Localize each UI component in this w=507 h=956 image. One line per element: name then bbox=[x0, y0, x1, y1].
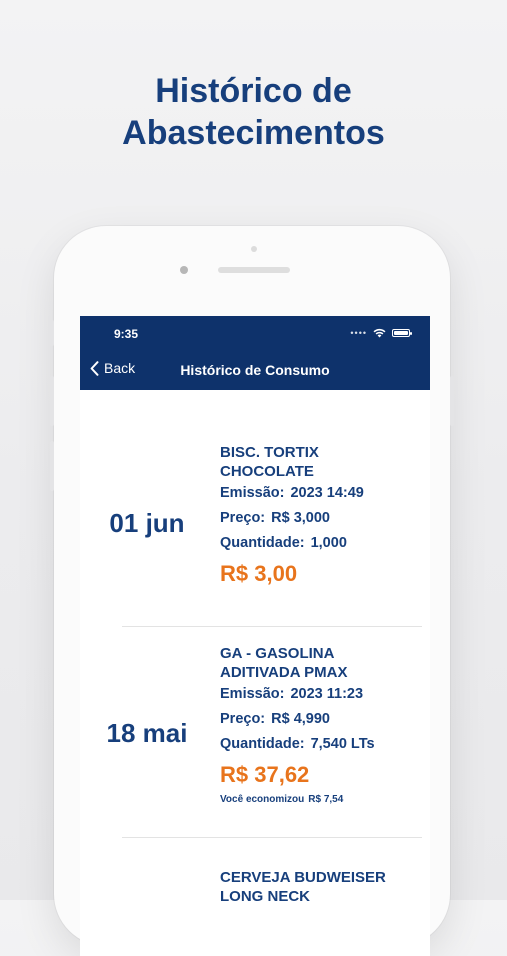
phone-side-button bbox=[50, 320, 54, 346]
price-value: R$ 3,000 bbox=[271, 510, 330, 526]
phone-speaker bbox=[218, 267, 290, 273]
product-name-line: BISC. TORTIX bbox=[220, 444, 319, 461]
product-name: GA - GASOLINA ADITIVADA PMAX bbox=[220, 644, 420, 682]
record-date: 01 jun bbox=[109, 508, 185, 538]
quantity-label: Quantidade: bbox=[220, 736, 305, 752]
product-name: BISC. TORTIX CHOCOLATE bbox=[220, 443, 420, 481]
phone-side-button bbox=[50, 441, 54, 491]
promo-title-line1: Histórico de bbox=[155, 72, 352, 110]
quantity-line: Quantidade: 7,540 LTs bbox=[220, 732, 420, 757]
phone-side-button bbox=[50, 376, 54, 426]
battery-icon bbox=[392, 329, 412, 337]
product-name: CERVEJA BUDWEISER LONG NECK bbox=[220, 868, 420, 906]
promo-title-line2: Abastecimentos bbox=[122, 114, 385, 152]
quantity-value: 7,540 LTs bbox=[310, 736, 375, 752]
total-price: R$ 3,00 bbox=[220, 561, 298, 586]
phone-frame: 9:35 •••• Back Histórico de Consumo 01 j… bbox=[50, 226, 454, 956]
savings-value: R$ 7,54 bbox=[308, 794, 344, 805]
status-icons: •••• bbox=[350, 327, 412, 339]
records-list: 01 jun BISC. TORTIX CHOCOLATE Emissão: 20… bbox=[80, 390, 430, 956]
product-name-line: LONG NECK bbox=[220, 888, 310, 905]
emission-line: Emissão: 2023 14:49 bbox=[220, 481, 420, 506]
product-name-line: GA - GASOLINA bbox=[220, 645, 335, 662]
signal-icon: •••• bbox=[350, 328, 367, 338]
quantity-value: 1,000 bbox=[310, 535, 347, 551]
quantity-label: Quantidade: bbox=[220, 535, 305, 551]
emission-value: 2023 11:23 bbox=[290, 686, 364, 702]
product-name-line: CHOCOLATE bbox=[220, 463, 314, 480]
record-info: CERVEJA BUDWEISER LONG NECK bbox=[220, 868, 420, 906]
savings-line: Você economizou R$ 7,54 bbox=[220, 791, 420, 809]
phone-screen: 9:35 •••• Back Histórico de Consumo 01 j… bbox=[80, 316, 430, 956]
list-item[interactable]: 18 mai GA - GASOLINA ADITIVADA PMAX Emis… bbox=[80, 626, 430, 838]
total-price: R$ 37,62 bbox=[220, 762, 310, 787]
phone-side-button bbox=[450, 376, 454, 426]
price-value: R$ 4,990 bbox=[271, 711, 330, 727]
page-title: Histórico de Consumo bbox=[180, 362, 330, 378]
phone-sensor bbox=[251, 246, 257, 252]
emission-label: Emissão: bbox=[220, 686, 285, 702]
emission-label: Emissão: bbox=[220, 485, 285, 501]
status-time: 9:35 bbox=[114, 327, 139, 341]
price-label: Preço: bbox=[220, 711, 266, 727]
savings-label: Você economizou bbox=[220, 794, 305, 805]
price-line: Preço: R$ 4,990 bbox=[220, 707, 420, 732]
record-date: 18 mai bbox=[106, 718, 188, 748]
quantity-line: Quantidade: 1,000 bbox=[220, 531, 420, 556]
price-label: Preço: bbox=[220, 510, 266, 526]
record-info: BISC. TORTIX CHOCOLATE Emissão: 2023 14:4… bbox=[220, 443, 420, 590]
wifi-icon bbox=[373, 328, 386, 338]
product-name-line: CERVEJA BUDWEISER bbox=[220, 869, 386, 886]
promo-title: Histórico de Abastecimentos bbox=[0, 70, 507, 154]
list-item[interactable]: 01 jun BISC. TORTIX CHOCOLATE Emissão: 20… bbox=[80, 390, 430, 627]
phone-camera bbox=[180, 266, 188, 274]
app-header: 9:35 •••• Back Histórico de Consumo bbox=[80, 316, 430, 390]
emission-value: 2023 14:49 bbox=[290, 485, 364, 501]
emission-line: Emissão: 2023 11:23 bbox=[220, 682, 420, 707]
list-item[interactable]: CERVEJA BUDWEISER LONG NECK bbox=[80, 838, 430, 956]
price-line: Preço: R$ 3,000 bbox=[220, 506, 420, 531]
product-name-line: ADITIVADA PMAX bbox=[220, 664, 348, 681]
record-info: GA - GASOLINA ADITIVADA PMAX Emissão: 202… bbox=[220, 644, 420, 809]
